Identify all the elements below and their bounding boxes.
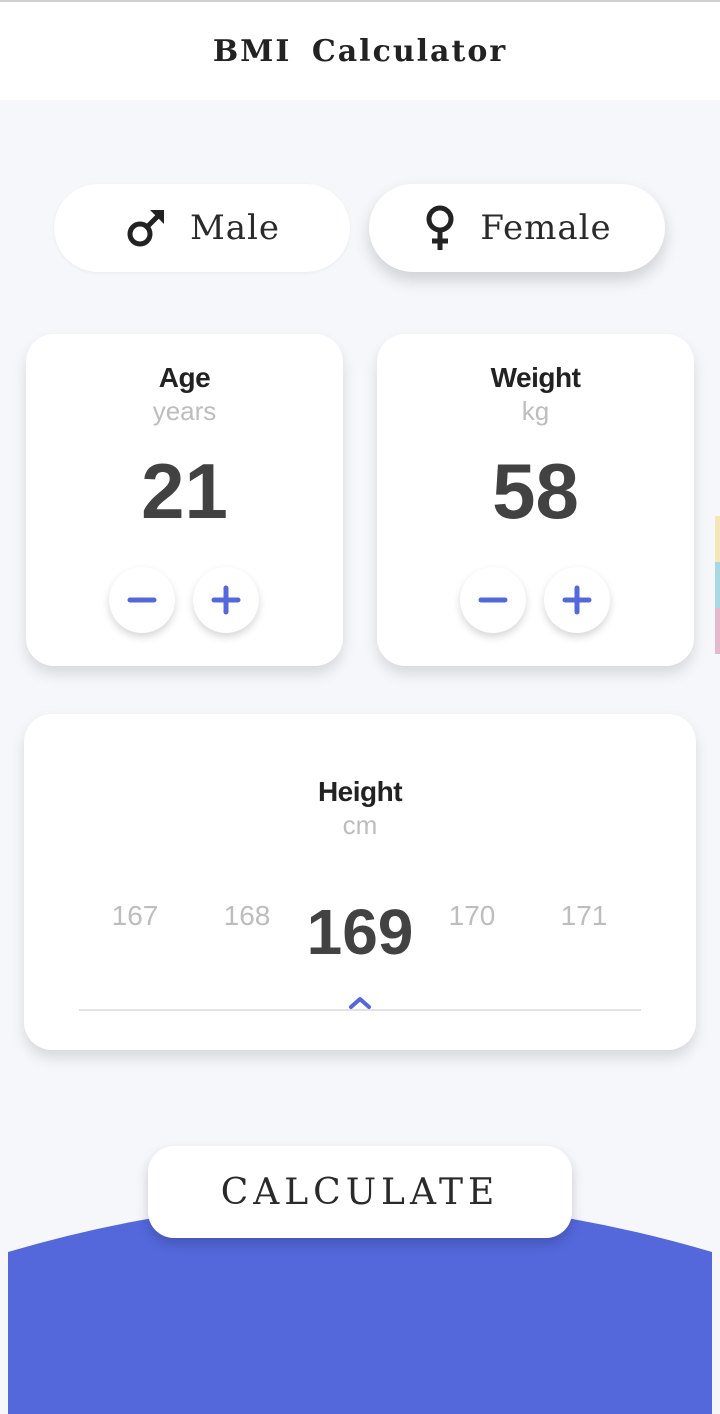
calculate-label: CALCULATE bbox=[220, 1171, 500, 1213]
female-label: Female bbox=[480, 208, 612, 248]
chevron-up-icon bbox=[349, 997, 371, 1009]
height-unit: cm bbox=[342, 810, 378, 840]
calculate-button[interactable]: CALCULATE bbox=[148, 1146, 572, 1238]
plus-icon bbox=[562, 585, 592, 615]
male-symbol-icon bbox=[124, 206, 168, 250]
app-bar: BMI Calculator bbox=[0, 0, 720, 100]
female-symbol-icon bbox=[422, 204, 458, 252]
age-increment-button[interactable] bbox=[193, 567, 259, 633]
male-button[interactable]: Male bbox=[54, 184, 350, 272]
height-tick[interactable]: 170 bbox=[432, 900, 512, 932]
plus-icon bbox=[211, 585, 241, 615]
female-button[interactable]: Female bbox=[369, 184, 665, 272]
edge-strip bbox=[715, 516, 720, 562]
edge-strip bbox=[715, 608, 720, 654]
age-unit: years bbox=[152, 396, 217, 426]
age-decrement-button[interactable] bbox=[109, 567, 175, 633]
age-card: Age years 21 bbox=[26, 334, 343, 666]
weight-increment-button[interactable] bbox=[544, 567, 610, 633]
male-label: Male bbox=[189, 208, 281, 248]
weight-unit: kg bbox=[521, 396, 550, 426]
weight-card: Weight kg 58 bbox=[377, 334, 694, 666]
edge-strip bbox=[715, 562, 720, 608]
height-selected-value[interactable]: 169 bbox=[295, 895, 425, 969]
weight-value: 58 bbox=[492, 447, 579, 535]
age-value: 21 bbox=[141, 447, 228, 535]
app-title: BMI Calculator bbox=[212, 33, 508, 69]
height-title: Height bbox=[317, 776, 403, 807]
weight-title: Weight bbox=[490, 362, 581, 393]
height-tick[interactable]: 167 bbox=[95, 900, 175, 932]
height-tick[interactable]: 168 bbox=[207, 900, 287, 932]
weight-decrement-button[interactable] bbox=[460, 567, 526, 633]
height-tick[interactable]: 171 bbox=[544, 900, 624, 932]
minus-icon bbox=[127, 597, 157, 603]
age-title: Age bbox=[158, 362, 211, 393]
minus-icon bbox=[478, 597, 508, 603]
